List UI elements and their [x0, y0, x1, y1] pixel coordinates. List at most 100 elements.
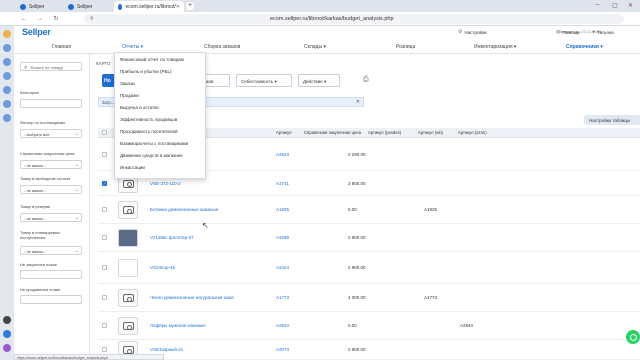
whatsapp-icon[interactable] — [626, 330, 640, 344]
row-checkbox[interactable] — [102, 295, 107, 300]
nav-inventory[interactable]: Инвентаризация ▾ — [474, 44, 516, 50]
browser-tab-active[interactable]: ecom.sellper.ru/libroot/ ✕ — [114, 1, 184, 12]
app-icon[interactable] — [3, 72, 11, 80]
table-row[interactable]: VS24пор-45 A3424 2 900.00 — [98, 252, 640, 284]
row-checkbox[interactable] — [102, 152, 107, 157]
help-link[interactable]: ◍ Помощь — [556, 29, 580, 35]
product-article[interactable]: A2840 — [276, 323, 289, 328]
menu-item-financial-report[interactable]: Финансовый отчет по товарам — [120, 57, 184, 62]
app-icon[interactable] — [3, 114, 11, 122]
table-row[interactable]: Лоферы мужские кожаные A2840 0.00 A2840 — [98, 312, 640, 340]
menu-item-visitor-traffic[interactable]: Проходимость посетителей — [120, 129, 178, 134]
product-thumbnail[interactable] — [118, 201, 138, 219]
column-article-ozon[interactable]: Артикул (ozon) — [458, 130, 487, 135]
url-field[interactable]: ⚲ ecom.sellper.ru/libroot/karkas/budget_… — [84, 14, 624, 24]
menu-item-collections[interactable]: Инкассации — [120, 165, 145, 170]
product-thumbnail[interactable] — [118, 289, 138, 307]
menu-item-supplier-settlements[interactable]: Взаиморасчеты с поставщиками — [120, 141, 188, 146]
supplier-filter-label: Фильтр по поставщикам — [20, 120, 65, 125]
product-article[interactable]: A1773 — [276, 295, 289, 300]
sellper-logo[interactable]: Sellper — [22, 27, 51, 37]
back-icon[interactable]: ← — [20, 15, 28, 23]
product-thumbnail[interactable] — [118, 259, 138, 277]
nav-directories[interactable]: Справочники ▾ — [566, 44, 603, 50]
action-dropdown[interactable]: Действие ▾ — [298, 74, 340, 87]
table-settings-button[interactable]: Настройки таблицы — [584, 115, 640, 125]
app-icon[interactable] — [3, 44, 11, 52]
app-icon[interactable] — [3, 86, 11, 94]
browser-tab[interactable]: Sellper — [16, 1, 56, 12]
settings-link[interactable]: ⚙ Настройки — [458, 29, 487, 35]
select-all-checkbox[interactable] — [102, 130, 107, 135]
product-name[interactable]: Лоферы мужские кожаные — [150, 323, 206, 328]
app-icon[interactable] — [3, 316, 11, 324]
site-info-icon[interactable]: ⚲ — [90, 16, 94, 22]
column-article-yandex[interactable]: Артикул (yandex) — [368, 130, 401, 135]
app-icon[interactable] — [3, 330, 11, 338]
table-row[interactable]: V2135вс флоптер-37 A3299 2 900.00 — [98, 224, 640, 252]
browser-tab[interactable]: Sellper — [64, 1, 108, 12]
product-filter-input[interactable]: ⚲ Фильтр по товару — [20, 62, 82, 71]
product-article[interactable]: A3299 — [276, 235, 289, 240]
column-article-wb[interactable]: Артикул (wb) — [418, 130, 443, 135]
product-name[interactable]: VS24пор-45 — [150, 265, 175, 270]
nav-warehouses[interactable]: Склады ▾ — [304, 44, 326, 50]
minimize-icon[interactable]: – — [596, 2, 599, 8]
product-article[interactable]: A2073 — [276, 347, 289, 352]
new-tab-button[interactable]: + — [186, 2, 194, 10]
close-tab-icon[interactable]: ✕ — [176, 4, 180, 10]
row-checkbox[interactable] — [102, 347, 107, 352]
row-checkbox[interactable]: ✓ — [102, 180, 107, 186]
user-menu[interactable]: ● Татьяна — [592, 29, 614, 35]
category-select[interactable] — [20, 99, 82, 108]
nav-order-assembly[interactable]: Сборка заказов — [204, 44, 240, 50]
cost-dropdown[interactable]: Себестоимость ▾ — [236, 74, 292, 87]
table-row[interactable]: Ботинки демисезонные кожаные A1925 0.00 A19… — [98, 196, 640, 224]
not-sold-date-input[interactable] — [20, 295, 82, 304]
print-icon[interactable]: ⎙ — [363, 76, 369, 84]
column-price[interactable]: Справочная закупочная цена — [304, 130, 361, 135]
product-name[interactable]: Чехол демисезонные натуральная кожа — [150, 295, 234, 300]
maximize-icon[interactable]: ▢ — [612, 2, 618, 9]
app-icon[interactable] — [3, 30, 11, 38]
product-name[interactable]: VSE3зарный-41 — [150, 347, 183, 352]
row-checkbox[interactable] — [102, 323, 107, 328]
close-window-icon[interactable]: ✕ — [628, 2, 633, 9]
free-stock-select[interactable]: - не важно - ⌄ — [20, 185, 82, 194]
planned-select[interactable]: - не важно - ⌄ — [20, 246, 82, 255]
product-thumbnail[interactable] — [118, 317, 138, 335]
row-checkbox[interactable] — [102, 265, 107, 270]
not-bought-date-input[interactable] — [20, 270, 82, 279]
nav-retail[interactable]: Розница — [396, 44, 415, 50]
supplier-select[interactable]: - выбрать все ⌄ — [20, 129, 82, 138]
app-icon[interactable] — [3, 58, 11, 66]
product-article[interactable]: A2823 — [276, 152, 289, 157]
row-checkbox[interactable] — [102, 235, 107, 240]
table-row[interactable]: Чехол демисезонные натуральная кожа A1773… — [98, 284, 640, 312]
nav-reports[interactable]: Отчеты ▾ — [122, 44, 143, 50]
close-icon[interactable]: ✕ — [356, 99, 360, 105]
menu-item-seller-efficiency[interactable]: Эффективность продавцов — [120, 117, 177, 122]
product-name[interactable]: Ботинки демисезонные кожаные — [150, 207, 218, 212]
app-icon[interactable] — [3, 344, 11, 352]
product-name[interactable]: V2135вс флоптер-37 — [150, 235, 194, 240]
table-row[interactable]: VSE3зарный-41 A2073 2 900.00 — [98, 340, 640, 360]
menu-item-sales[interactable]: Продажи — [120, 93, 139, 98]
reload-icon[interactable]: ↻ — [52, 15, 60, 23]
menu-item-cash-flow[interactable]: Движение средств в магазине — [120, 153, 183, 158]
product-thumbnail[interactable] — [118, 229, 138, 247]
row-checkbox[interactable] — [102, 207, 107, 212]
purchase-price-select[interactable]: - не важно - ⌄ — [20, 160, 82, 169]
menu-item-revenue-stock[interactable]: Выручка и остатки — [120, 105, 159, 110]
column-article[interactable]: Артикул — [276, 130, 292, 135]
menu-item-orders[interactable]: Заказы — [120, 81, 135, 86]
forward-icon[interactable]: → — [36, 15, 44, 23]
nav-home[interactable]: Главная — [52, 44, 71, 50]
product-article[interactable]: A1925 — [276, 207, 289, 212]
reserve-select[interactable]: - не важно - ⌄ — [20, 213, 82, 222]
product-name[interactable]: VSE-372-110-2 — [150, 181, 181, 186]
app-icon[interactable] — [3, 100, 11, 108]
product-article[interactable]: A3741 — [276, 181, 289, 186]
product-article[interactable]: A3424 — [276, 265, 289, 270]
menu-item-profit-loss[interactable]: Прибыль и убытки (P&L) — [120, 69, 171, 74]
